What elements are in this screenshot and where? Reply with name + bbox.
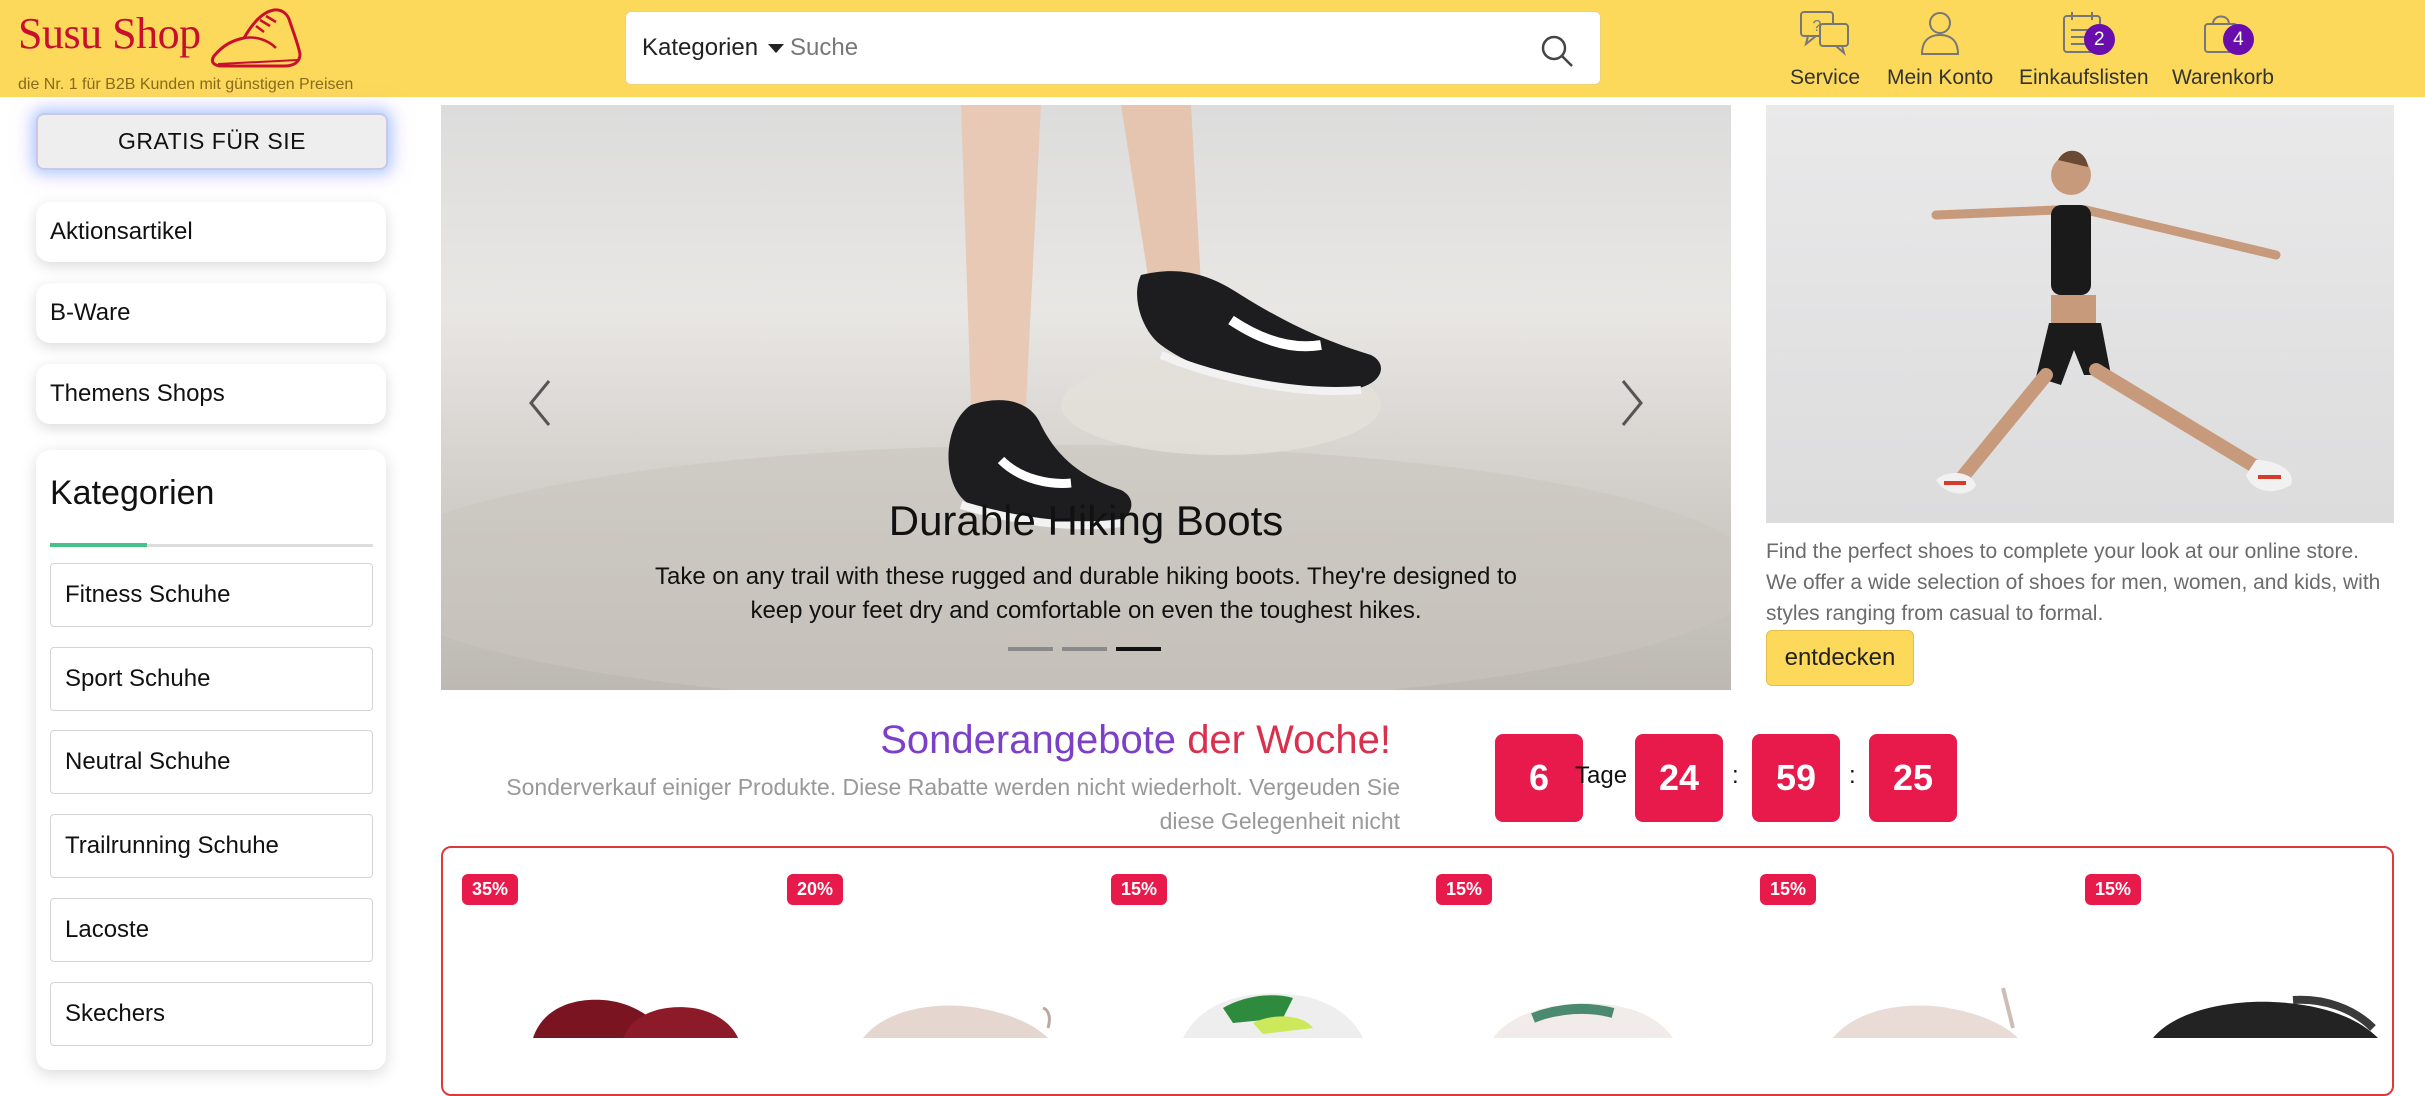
shoe-logo-icon <box>210 8 302 68</box>
user-icon <box>1913 6 1967 60</box>
deals-title: Sonderangebote der Woche! <box>440 718 1391 763</box>
sidebar-link-themens-shops[interactable]: Themens Shops <box>36 364 386 424</box>
deals-subtitle: Sonderverkauf einiger Produkte. Diese Ra… <box>506 774 1400 834</box>
category-dropdown[interactable]: Kategorien <box>642 12 785 84</box>
countdown-separator: : <box>1732 762 1739 789</box>
promo-text: Find the perfect shoes to complete your … <box>1766 540 2381 625</box>
product-image[interactable] <box>1163 968 1383 1038</box>
deals-title-part1: Sonderangebote <box>880 718 1177 762</box>
chat-question-icon: ? <box>1798 6 1852 60</box>
carousel-indicators <box>1008 647 1161 651</box>
logo[interactable]: Susu Shop die Nr. 1 für B2B Kunden mit g… <box>18 4 353 93</box>
category-panel-title: Kategorien <box>50 474 215 512</box>
discount-badge: 15% <box>1760 874 1817 905</box>
search-bar: Kategorien <box>626 12 1600 84</box>
hero-carousel: Durable Hiking Boots Take on any trail w… <box>441 105 1731 690</box>
discount-badge: 20% <box>787 874 844 905</box>
nav-account-label: Mein Konto <box>1887 66 1994 89</box>
divider-accent <box>50 543 147 547</box>
category-item[interactable]: Neutral Schuhe <box>50 730 373 794</box>
logo-text[interactable]: Susu Shop <box>18 4 201 64</box>
category-dropdown-label: Kategorien <box>642 34 759 61</box>
hero-title: Durable Hiking Boots <box>888 497 1284 544</box>
category-item[interactable]: Skechers <box>50 982 373 1046</box>
deals-title-part2: der Woche! <box>1187 718 1391 762</box>
sidebar-link-aktionsartikel[interactable]: Aktionsartikel <box>36 202 386 262</box>
svg-text:?: ? <box>1813 18 1822 35</box>
countdown-hours: 24 <box>1635 734 1723 822</box>
nav-service[interactable]: ? Service <box>1790 6 1860 90</box>
nav-account[interactable]: Mein Konto <box>1887 6 1993 90</box>
discount-badge: 15% <box>1111 874 1168 905</box>
gratis-button[interactable]: GRATIS FÜR SIE <box>36 113 388 170</box>
shopping-lists-badge: 2 <box>2083 24 2115 55</box>
category-item[interactable]: Lacoste <box>50 898 373 962</box>
cart-badge: 4 <box>2222 24 2254 55</box>
nav-service-label: Service <box>1790 66 1861 89</box>
entdecken-button[interactable]: entdecken <box>1766 630 1914 686</box>
countdown-seconds: 25 <box>1869 734 1957 822</box>
product-image[interactable] <box>523 968 743 1038</box>
list-icon: 2 <box>2057 6 2115 60</box>
nav-shopping-lists-label: Einkaufslisten <box>2019 66 2149 89</box>
category-panel: Kategorien Fitness Schuhe Sport Schuhe N… <box>36 450 386 1070</box>
category-item[interactable]: Trailrunning Schuhe <box>50 814 373 878</box>
chevron-left-icon[interactable] <box>521 373 561 433</box>
carousel-indicator[interactable] <box>1062 647 1107 651</box>
sidebar-link-b-ware[interactable]: B-Ware <box>36 283 386 343</box>
nav-cart-label: Warenkorb <box>2172 66 2274 89</box>
carousel-indicator-active[interactable] <box>1116 647 1161 651</box>
product-image[interactable] <box>843 968 1063 1038</box>
search-input[interactable] <box>790 12 1490 84</box>
nav-cart[interactable]: 4 Warenkorb <box>2172 6 2274 90</box>
caret-down-icon <box>768 43 785 53</box>
category-item[interactable]: Sport Schuhe <box>50 647 373 711</box>
discount-badge: 15% <box>1436 874 1493 905</box>
discount-badge: 15% <box>2085 874 2142 905</box>
chevron-right-icon[interactable] <box>1611 373 1651 433</box>
deals-carousel: 35% 20% 15% 15% 15% 15% <box>441 846 2394 1096</box>
carousel-indicator[interactable] <box>1008 647 1053 651</box>
countdown-minutes: 59 <box>1752 734 1840 822</box>
nav-shopping-lists[interactable]: 2 Einkaufslisten <box>2019 6 2149 90</box>
promo-image <box>1766 105 2394 523</box>
countdown-days-label: Tage <box>1575 762 1628 789</box>
bag-icon: 4 <box>2196 6 2254 60</box>
product-image[interactable] <box>1483 968 1703 1038</box>
countdown-days: 6 <box>1495 734 1583 822</box>
header: Susu Shop die Nr. 1 für B2B Kunden mit g… <box>0 0 2425 97</box>
tagline: die Nr. 1 für B2B Kunden mit günstigen P… <box>18 76 354 93</box>
product-image[interactable] <box>1813 968 2033 1038</box>
discount-badge: 35% <box>462 874 519 905</box>
countdown-separator: : <box>1849 762 1856 789</box>
category-item[interactable]: Fitness Schuhe <box>50 563 373 627</box>
search-icon[interactable] <box>1540 34 1574 68</box>
hero-text: Take on any trail with these rugged and … <box>654 563 1518 624</box>
product-image[interactable] <box>2143 968 2383 1038</box>
